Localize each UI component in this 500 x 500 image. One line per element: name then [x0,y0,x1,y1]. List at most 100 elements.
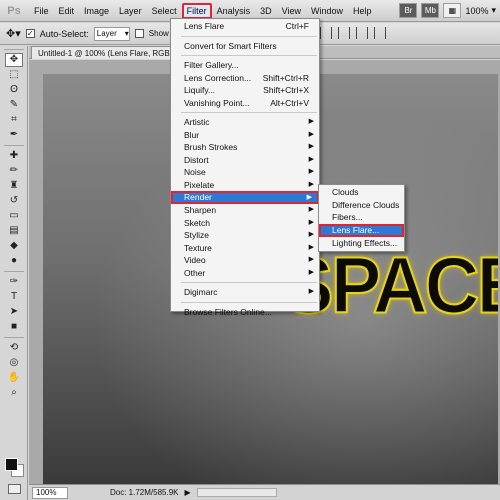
eyedropper-tool-icon[interactable]: ✒ [5,128,23,142]
menu-analysis[interactable]: Analysis [212,3,256,19]
menu-separator [181,35,317,37]
filter-menu-item-sharpen[interactable]: Sharpen ▶ [171,204,319,217]
history-brush-tool-icon[interactable]: ↺ [5,194,23,208]
move-tool-icon[interactable]: ✥ [5,53,23,67]
menu-item-label: Artistic [184,117,210,127]
submenu-arrow-icon: ▶ [308,288,314,295]
auto-select-value: Layer [96,29,117,38]
healing-brush-tool-icon[interactable]: ✚ [5,149,23,163]
foreground-color-swatch[interactable] [5,458,18,471]
filter-menu-item-noise[interactable]: Noise ▶ [171,166,319,179]
submenu-arrow-icon: ▶ [308,206,314,213]
filter-menu-item-artistic[interactable]: Artistic ▶ [171,116,319,129]
gradient-tool-icon[interactable]: ▤ [5,224,23,238]
menu-help[interactable]: Help [348,3,377,19]
submenu-arrow-icon: ▶ [308,180,314,188]
view-extras-icon[interactable]: ▦ [443,3,462,18]
menu-window[interactable]: Window [306,3,348,19]
quick-select-tool-icon[interactable]: ✎ [5,98,23,112]
render-menu-item-lighting-effects[interactable]: Lighting Effects... [319,237,404,250]
quick-mask-icon[interactable] [8,484,21,494]
filter-menu-item-texture[interactable]: Texture ▶ [171,242,319,255]
show-transform-checkbox[interactable] [134,29,144,38]
marquee-tool-icon[interactable]: ⬚ [5,68,23,82]
document-tab-title: Untitled-1 @ 100% (Lens Flare, RGB/8) * [38,48,185,58]
filter-menu-item-lens-flare[interactable]: Lens Flare Ctrl+F [171,20,319,33]
filter-menu-item-brush-strokes[interactable]: Brush Strokes ▶ [171,141,319,154]
filter-menu-item-digimarc[interactable]: Digimarc ▶ [171,286,319,299]
menu-item-label: Pixelate [184,179,215,190]
menu-item-label: Liquify... [184,85,216,95]
filter-menu-item-other[interactable]: Other ▶ [171,267,319,280]
menu-view[interactable]: View [277,3,306,19]
horizontal-scrollbar[interactable] [197,488,277,497]
filter-menu-item-render[interactable]: Render ▶ [171,191,319,204]
status-zoom-field[interactable]: 100% [32,486,68,499]
render-menu-item-difference-clouds[interactable]: Difference Clouds [319,199,404,212]
menu-item-label: Clouds [332,187,359,197]
auto-select-dropdown[interactable]: Layer ▾ [93,26,130,41]
filter-menu-item-sketch[interactable]: Sketch ▶ [171,217,319,230]
dodge-tool-icon[interactable]: ● [5,254,23,268]
brush-tool-icon[interactable]: ✏ [5,164,23,178]
filter-menu-item-convert-for-smart-filters[interactable]: Convert for Smart Filters [171,40,319,53]
filter-menu-item-vanishing-point[interactable]: Vanishing Point... Alt+Ctrl+V [171,97,319,110]
menu-item-label: Distort [184,154,209,165]
filter-menu-item-distort[interactable]: Distort ▶ [171,154,319,167]
type-tool-icon[interactable]: T [5,290,23,304]
menu-separator [181,112,317,113]
auto-select-checkbox[interactable]: ✓ [25,29,35,38]
move-tool-preset-icon[interactable]: ✥▾ [6,27,21,40]
align-icon[interactable] [338,27,350,39]
status-menu-arrow-icon[interactable]: ▶ [184,488,190,497]
3d-rotate-tool-icon[interactable]: ⟲ [5,341,23,355]
menu-item-label: Sketch [184,217,210,228]
filter-menu-item-liquify[interactable]: Liquify... Shift+Ctrl+X [171,84,319,97]
menu-select[interactable]: Select [147,3,182,19]
render-menu-item-clouds[interactable]: Clouds [319,186,404,199]
submenu-arrow-icon: ▶ [308,231,314,238]
hand-tool-icon[interactable]: ✋ [5,371,23,385]
pen-tool-icon[interactable]: ✑ [5,275,23,289]
bridge-button[interactable]: Br [399,3,418,18]
auto-select-label: Auto-Select: [39,28,89,39]
blur-tool-icon[interactable]: ◆ [5,239,23,253]
menu-layer[interactable]: Layer [114,3,147,19]
menu-file[interactable]: File [29,3,54,19]
filter-menu-item-pixelate[interactable]: Pixelate ▶ [171,179,319,192]
menu-item-label: Sharpen [184,205,217,215]
shape-tool-icon[interactable]: ■ [5,320,23,334]
menu-edit[interactable]: Edit [54,3,80,19]
filter-menu-item-lens-correction[interactable]: Lens Correction... Shift+Ctrl+R [171,72,319,85]
align-icon[interactable] [374,27,386,39]
app-logo: Ps [7,4,21,17]
menu-filter[interactable]: Filter [181,2,212,19]
3d-camera-tool-icon[interactable]: ◎ [5,356,23,370]
menu-item-label: Noise [184,167,206,177]
menu-separator [181,55,317,56]
filter-menu-item-blur[interactable]: Blur ▶ [171,129,319,142]
menu-image[interactable]: Image [79,3,114,19]
menu-item-label: Texture [184,242,212,253]
document-size-info: Doc: 1.72M/585.9K [110,488,179,497]
filter-menu-item-stylize[interactable]: Stylize ▶ [171,229,319,242]
menu-item-label: Other [184,267,206,278]
zoom-tool-icon[interactable]: ⌕ [5,386,23,400]
crop-tool-icon[interactable]: ⌗ [5,113,23,127]
render-menu-item-fibers[interactable]: Fibers... [319,211,404,224]
filter-menu-item-browse-filters-online[interactable]: Browse Filters Online... [171,306,319,319]
clone-stamp-tool-icon[interactable]: ♜ [5,179,23,193]
filter-menu-item-video[interactable]: Video ▶ [171,254,319,267]
mini-bridge-button[interactable]: Mb [421,3,440,18]
submenu-arrow-icon: ▶ [308,143,314,150]
path-selection-tool-icon[interactable]: ➤ [5,305,23,319]
menu-3d[interactable]: 3D [255,3,277,19]
lasso-tool-icon[interactable]: ʘ [5,83,23,97]
menu-separator [181,282,317,283]
render-menu-item-lens-flare[interactable]: Lens Flare... [319,223,404,237]
zoom-level-control[interactable]: 100% ▾ [465,5,496,16]
filter-menu-item-filter-gallery[interactable]: Filter Gallery... [171,59,319,72]
align-icon[interactable] [320,27,332,39]
eraser-tool-icon[interactable]: ▭ [5,209,23,223]
align-icon[interactable] [356,27,368,39]
